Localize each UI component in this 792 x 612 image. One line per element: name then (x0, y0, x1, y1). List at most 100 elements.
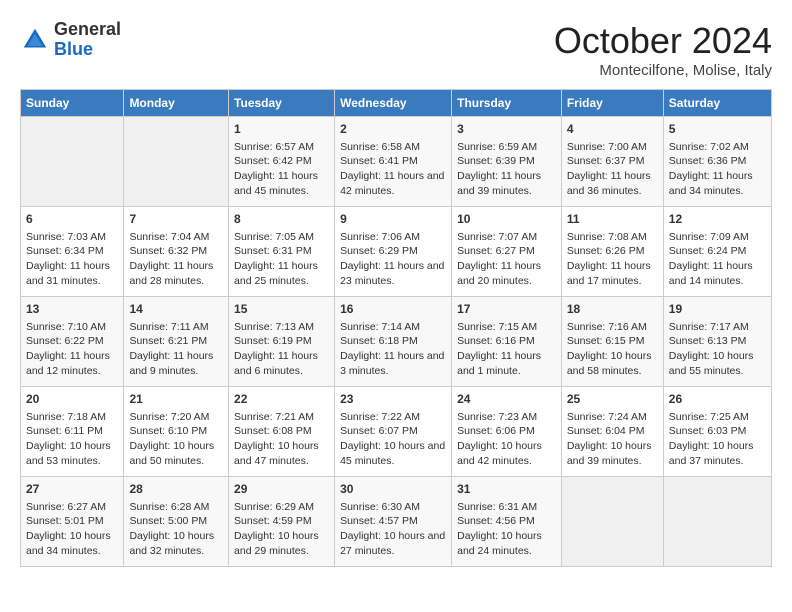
calendar-table: SundayMondayTuesdayWednesdayThursdayFrid… (20, 89, 772, 567)
sunrise-text: Sunrise: 7:10 AM (26, 321, 106, 333)
day-number: 3 (457, 121, 556, 138)
sunrise-text: Sunrise: 7:25 AM (669, 411, 749, 423)
daylight-text: Daylight: 10 hours and 27 minutes. (340, 530, 445, 557)
sunset-text: Sunset: 6:26 PM (567, 245, 645, 257)
calendar-cell: 3 Sunrise: 6:59 AM Sunset: 6:39 PM Daylight… (452, 117, 562, 207)
logo-text: General Blue (54, 20, 121, 60)
sunset-text: Sunset: 6:19 PM (234, 335, 312, 347)
weekday-header-friday: Friday (561, 90, 663, 117)
daylight-text: Daylight: 11 hours and 20 minutes. (457, 260, 541, 287)
page-header: General Blue October 2024 Montecilfone, … (20, 20, 772, 79)
daylight-text: Daylight: 11 hours and 42 minutes. (340, 170, 444, 197)
logo: General Blue (20, 20, 121, 60)
logo-icon (20, 25, 50, 55)
day-number: 11 (567, 211, 658, 228)
location: Montecilfone, Molise, Italy (554, 62, 772, 79)
daylight-text: Daylight: 11 hours and 39 minutes. (457, 170, 541, 197)
sunset-text: Sunset: 5:00 PM (129, 515, 207, 527)
calendar-cell: 14Sunrise: 7:11 AMSunset: 6:21 PMDayligh… (124, 297, 229, 387)
daylight-text: Daylight: 10 hours and 58 minutes. (567, 350, 652, 377)
day-number: 26 (669, 391, 766, 408)
sunset-text: Sunset: 6:31 PM (234, 245, 312, 257)
sunrise-text: Sunrise: 6:57 AM (234, 141, 314, 153)
sunset-text: Sunset: 6:06 PM (457, 425, 535, 437)
daylight-text: Daylight: 11 hours and 36 minutes. (567, 170, 651, 197)
daylight-text: Daylight: 11 hours and 34 minutes. (669, 170, 753, 197)
daylight-text: Daylight: 11 hours and 9 minutes. (129, 350, 213, 377)
weekday-header-saturday: Saturday (663, 90, 771, 117)
sunset-text: Sunset: 6:24 PM (669, 245, 747, 257)
calendar-cell: 2Sunrise: 6:58 AMSunset: 6:41 PMDaylight… (335, 117, 452, 207)
daylight-text: Daylight: 11 hours and 1 minute. (457, 350, 541, 377)
daylight-text: Daylight: 10 hours and 50 minutes. (129, 440, 214, 467)
calendar-cell: 4Sunrise: 7:00 AMSunset: 6:37 PMDaylight… (561, 117, 663, 207)
daylight-text: Daylight: 11 hours and 14 minutes. (669, 260, 753, 287)
day-number: 27 (26, 481, 118, 498)
sunrise-text: Sunrise: 6:27 AM (26, 501, 106, 513)
sunrise-text: Sunrise: 6:58 AM (340, 141, 420, 153)
sunrise-text: Sunrise: 7:22 AM (340, 411, 420, 423)
sunset-text: Sunset: 6:39 PM (457, 155, 535, 167)
calendar-cell (561, 477, 663, 567)
calendar-cell: 19Sunrise: 7:17 AMSunset: 6:13 PMDayligh… (663, 297, 771, 387)
daylight-text: Daylight: 11 hours and 23 minutes. (340, 260, 444, 287)
sunrise-text: Sunrise: 6:30 AM (340, 501, 420, 513)
sunrise-text: Sunrise: 7:14 AM (340, 321, 420, 333)
weekday-header-sunday: Sunday (21, 90, 124, 117)
sunset-text: Sunset: 6:37 PM (567, 155, 645, 167)
calendar-cell: 28Sunrise: 6:28 AMSunset: 5:00 PMDayligh… (124, 477, 229, 567)
calendar-cell: 17Sunrise: 7:15 AMSunset: 6:16 PMDayligh… (452, 297, 562, 387)
weekday-header-tuesday: Tuesday (229, 90, 335, 117)
sunset-text: Sunset: 6:34 PM (26, 245, 104, 257)
sunrise-text: Sunrise: 7:11 AM (129, 321, 208, 333)
sunset-text: Sunset: 6:08 PM (234, 425, 312, 437)
sunset-text: Sunset: 5:01 PM (26, 515, 104, 527)
day-number: 20 (26, 391, 118, 408)
calendar-cell: 25Sunrise: 7:24 AMSunset: 6:04 PMDayligh… (561, 387, 663, 477)
sunset-text: Sunset: 4:59 PM (234, 515, 312, 527)
daylight-text: Daylight: 11 hours and 12 minutes. (26, 350, 110, 377)
sunrise-text: Sunrise: 7:15 AM (457, 321, 537, 333)
daylight-text: Daylight: 10 hours and 39 minutes. (567, 440, 652, 467)
day-number: 16 (340, 301, 446, 318)
calendar-cell: 31Sunrise: 6:31 AMSunset: 4:56 PMDayligh… (452, 477, 562, 567)
sunrise-text: Sunrise: 7:05 AM (234, 231, 314, 243)
daylight-text: Daylight: 10 hours and 45 minutes. (340, 440, 445, 467)
sunset-text: Sunset: 4:57 PM (340, 515, 418, 527)
sunrise-text: Sunrise: 7:21 AM (234, 411, 314, 423)
sunrise-text: Sunrise: 7:09 AM (669, 231, 749, 243)
calendar-cell (663, 477, 771, 567)
sunset-text: Sunset: 6:22 PM (26, 335, 104, 347)
weekday-header-wednesday: Wednesday (335, 90, 452, 117)
sunrise-text: Sunrise: 7:00 AM (567, 141, 647, 153)
sunrise-text: Sunrise: 7:03 AM (26, 231, 106, 243)
sunrise-text: Sunrise: 7:02 AM (669, 141, 749, 153)
daylight-text: Daylight: 10 hours and 29 minutes. (234, 530, 319, 557)
month-title: October 2024 (554, 20, 772, 62)
sunset-text: Sunset: 6:18 PM (340, 335, 418, 347)
sunrise-text: Sunrise: 6:59 AM (457, 141, 537, 153)
sunset-text: Sunset: 6:13 PM (669, 335, 747, 347)
daylight-text: Daylight: 10 hours and 53 minutes. (26, 440, 111, 467)
day-number: 12 (669, 211, 766, 228)
sunrise-text: Sunrise: 7:13 AM (234, 321, 314, 333)
calendar-cell: 11Sunrise: 7:08 AMSunset: 6:26 PMDayligh… (561, 207, 663, 297)
day-number: 28 (129, 481, 223, 498)
calendar-cell: 7Sunrise: 7:04 AMSunset: 6:32 PMDaylight… (124, 207, 229, 297)
sunrise-text: Sunrise: 6:29 AM (234, 501, 314, 513)
calendar-cell: 21Sunrise: 7:20 AMSunset: 6:10 PMDayligh… (124, 387, 229, 477)
daylight-text: Daylight: 10 hours and 47 minutes. (234, 440, 319, 467)
day-number: 8 (234, 211, 329, 228)
daylight-text: Daylight: 11 hours and 3 minutes. (340, 350, 444, 377)
day-number: 6 (26, 211, 118, 228)
calendar-cell: 15Sunrise: 7:13 AMSunset: 6:19 PMDayligh… (229, 297, 335, 387)
daylight-text: Daylight: 10 hours and 55 minutes. (669, 350, 754, 377)
daylight-text: Daylight: 10 hours and 32 minutes. (129, 530, 214, 557)
day-number: 25 (567, 391, 658, 408)
daylight-text: Daylight: 11 hours and 31 minutes. (26, 260, 110, 287)
sunset-text: Sunset: 6:32 PM (129, 245, 207, 257)
calendar-cell: 30Sunrise: 6:30 AMSunset: 4:57 PMDayligh… (335, 477, 452, 567)
weekday-header-monday: Monday (124, 90, 229, 117)
calendar-cell: 24Sunrise: 7:23 AMSunset: 6:06 PMDayligh… (452, 387, 562, 477)
sunset-text: Sunset: 6:42 PM (234, 155, 312, 167)
